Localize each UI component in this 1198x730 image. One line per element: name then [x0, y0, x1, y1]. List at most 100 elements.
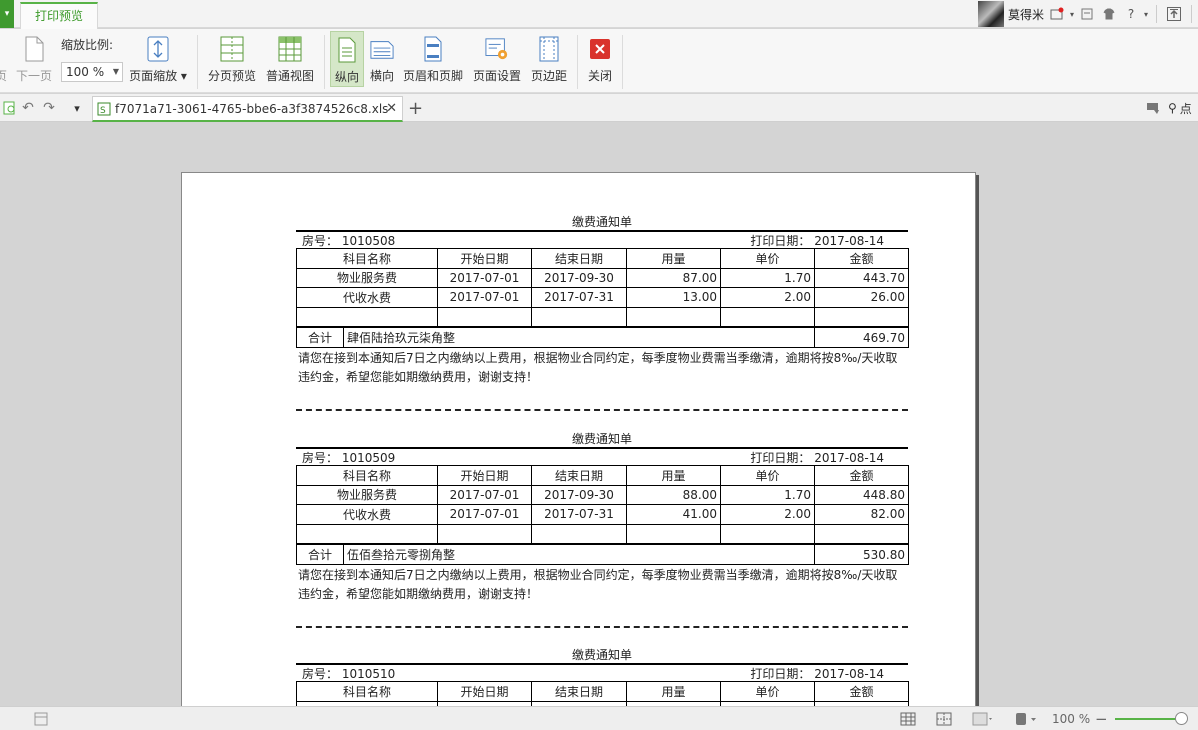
new-tab-icon[interactable]: + — [408, 98, 423, 119]
column-header: 科目名称 — [296, 681, 438, 702]
tab-document[interactable]: S f7071a71-3061-4765-bbe6-a3f3874526c8.x… — [92, 96, 403, 122]
table-row: 物业服务费 2017-07-01 2017-09-30 87.00 1.70 4… — [296, 267, 909, 289]
normal-view-button[interactable]: 普通视图 — [264, 31, 316, 87]
table-cell: 2017-09-30 — [531, 267, 627, 289]
table-cell: 代收水费 — [296, 287, 438, 308]
separator — [1191, 5, 1192, 23]
zoom-select[interactable]: 100 % ▼ — [61, 62, 123, 82]
page-break-view-icon[interactable] — [936, 711, 952, 727]
column-header: 用量 — [626, 465, 721, 486]
search-label: 点 — [1179, 101, 1192, 116]
fee-notice: 缴费通知单 房号： 1010510 打印日期： 2017-08-14 科目名称 … — [296, 647, 909, 706]
page-setup-button[interactable]: 页面设置 — [471, 31, 523, 87]
column-header: 用量 — [626, 681, 721, 702]
margins-button[interactable]: 页边距 — [528, 31, 570, 87]
chevron-down-icon[interactable]: ▾ — [1142, 3, 1150, 25]
sheet-icon[interactable] — [34, 711, 48, 727]
page-break-preview-button[interactable]: 分页预览 — [206, 31, 258, 87]
user-area: 莫得米 ▾ ? ▾ — [977, 0, 1198, 28]
chevron-down-icon[interactable]: ▾ — [1068, 3, 1076, 25]
close-tab-icon[interactable]: ✕ — [386, 101, 397, 116]
room-number: 房号： 1010508 — [302, 233, 396, 248]
table-cell: 2.00 — [720, 504, 815, 525]
fee-notice: 缴费通知单 房号： 1010508 打印日期： 2017-08-14 科目名称 … — [296, 214, 909, 411]
page-setup-icon — [485, 35, 509, 63]
upload-icon[interactable] — [1163, 3, 1185, 25]
document-filename: f7071a71-3061-4765-bbe6-a3f3874526c8.xls — [115, 101, 389, 116]
redo-icon[interactable]: ↷ — [39, 98, 59, 118]
normal-view-icon[interactable] — [900, 711, 916, 727]
total-in-words: 伍佰叁拾元零捌角整 — [343, 544, 815, 565]
undo-icon[interactable]: ↶ — [18, 98, 38, 118]
column-header: 用量 — [626, 248, 721, 269]
print-preview-icon[interactable] — [0, 98, 20, 118]
column-header: 金额 — [814, 465, 909, 486]
total-amount: 530.80 — [814, 544, 909, 565]
room-number: 房号： 1010510 — [302, 666, 396, 681]
table-cell: 443.70 — [814, 267, 909, 289]
table-cell: 2017-07-01 — [437, 504, 532, 525]
table-cell — [531, 306, 627, 328]
print-date: 打印日期： 2017-08-14 — [750, 666, 884, 681]
svg-text:S: S — [100, 106, 106, 116]
column-header: 开始日期 — [437, 248, 532, 269]
payment-note: 请您在接到本通知后7日之内缴纳以上费用，根据物业合同约定，每季度物业费需当季缴清… — [298, 567, 898, 601]
app-menu-button[interactable]: ▾ — [0, 0, 14, 28]
portrait-button[interactable]: 纵向 — [330, 31, 364, 87]
header-footer-icon — [421, 35, 445, 63]
reading-mode-icon[interactable] — [972, 711, 994, 727]
separator — [197, 35, 198, 89]
document-tab-bar: ↶ ↷ ▾ S f7071a71-3061-4765-bbe6-a3f38745… — [0, 94, 1198, 122]
shirt-icon[interactable] — [1098, 3, 1120, 25]
table-cell — [720, 306, 815, 328]
zoom-percentage[interactable]: 100 % — [1052, 711, 1090, 727]
margins-icon — [537, 35, 561, 63]
separator — [1156, 5, 1157, 23]
page-zoom-button[interactable]: 页面缩放 ▾ — [127, 31, 189, 87]
header-footer-label: 页眉和页脚 — [402, 69, 463, 83]
total-row: 合计 伍佰叁拾元零捌角整 530.80 — [296, 544, 909, 565]
next-page-button[interactable]: 下一页 — [14, 31, 54, 87]
total-label: 合计 — [296, 544, 344, 565]
prev-page-button[interactable]: 页 — [0, 31, 8, 87]
room-number: 房号： 1010509 — [302, 450, 396, 465]
table-cell: 82.00 — [814, 504, 909, 525]
close-preview-button[interactable]: 关闭 — [584, 31, 616, 87]
table-header-row: 科目名称 开始日期 结束日期 用量 单价 金额 — [296, 248, 909, 269]
landscape-button[interactable]: 横向 — [367, 31, 397, 87]
settings-icon[interactable] — [1143, 98, 1163, 118]
column-header: 开始日期 — [437, 681, 532, 702]
separator — [324, 35, 325, 89]
eye-protection-icon[interactable] — [1014, 711, 1038, 727]
table-row — [296, 523, 909, 545]
fee-table: 科目名称 开始日期 结束日期 用量 单价 金额 物业服务费 2017-07-01… — [296, 465, 909, 545]
help-icon[interactable]: ? — [1120, 3, 1142, 25]
zoom-out-icon[interactable]: − — [1095, 710, 1108, 728]
quick-access-chevron-icon[interactable]: ▾ — [67, 98, 87, 118]
normal-view-icon — [278, 35, 302, 63]
normal-view-label: 普通视图 — [265, 69, 314, 83]
payment-note: 请您在接到本通知后7日之内缴纳以上费用，根据物业合同约定，每季度物业费需当季缴清… — [298, 350, 898, 384]
table-cell — [437, 523, 532, 545]
avatar[interactable] — [977, 1, 1004, 27]
page-break-preview-label: 分页预览 — [207, 69, 256, 83]
search-area[interactable]: ⚲ 点 — [1168, 98, 1198, 118]
portrait-icon — [335, 36, 359, 64]
table-cell: 2017-07-01 — [437, 484, 532, 506]
landscape-icon — [370, 35, 394, 63]
preview-canvas[interactable]: 缴费通知单 房号： 1010508 打印日期： 2017-08-14 科目名称 … — [0, 123, 1198, 706]
table-cell — [814, 306, 909, 328]
tab-print-preview[interactable]: 打印预览 — [20, 2, 98, 29]
table-cell — [296, 306, 438, 328]
user-badge-icon[interactable] — [1046, 3, 1068, 25]
header-footer-button[interactable]: 页眉和页脚 — [401, 31, 465, 87]
table-row: 代收水费 2017-07-01 2017-07-31 41.00 2.00 82… — [296, 504, 909, 525]
zoom-slider-thumb[interactable] — [1175, 712, 1188, 725]
table-cell: 物业服务费 — [296, 484, 438, 506]
table-cell — [720, 523, 815, 545]
table-cell: 88.00 — [626, 484, 721, 506]
title-bar: ▾ 打印预览 莫得米 ▾ ? ▾ — [0, 0, 1198, 29]
table-cell — [814, 523, 909, 545]
user-name[interactable]: 莫得米 — [1008, 6, 1044, 23]
skin-icon[interactable] — [1076, 3, 1098, 25]
